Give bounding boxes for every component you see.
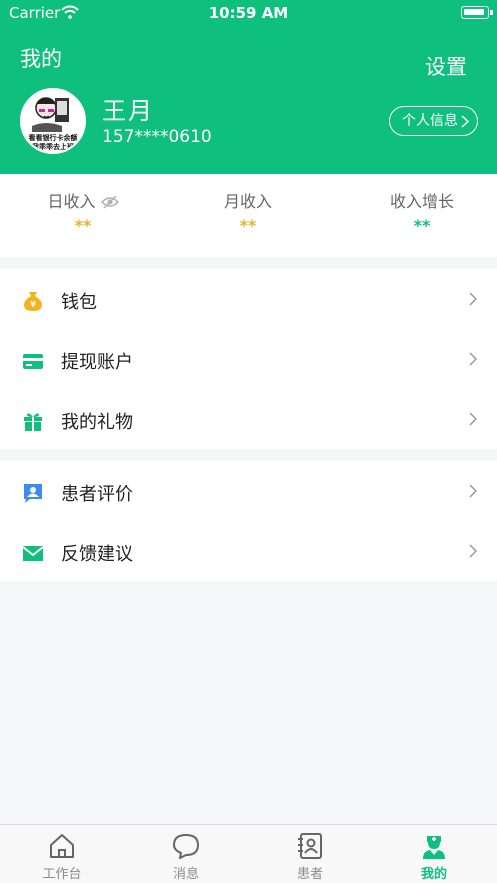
monthly-income-value: **: [239, 216, 257, 235]
menu-label-my-gifts: 我的礼物: [61, 412, 133, 433]
bottom-tab-bar: 工作台 消息 患者 我的: [0, 824, 497, 883]
user-phone: 157****0610: [102, 127, 212, 147]
tab-label-workbench: 工作台: [42, 867, 82, 882]
income-summary: 日收入 ** 月收入 ** 收入增长 **: [0, 174, 497, 257]
avatar[interactable]: 看看银行卡余额 我乖乖去上班: [20, 88, 86, 154]
user-name: 王月: [102, 97, 154, 125]
settings-button[interactable]: 设置: [425, 51, 467, 81]
menu-item-wallet[interactable]: ¥ 钱包: [0, 269, 497, 329]
status-time: 10:59 AM: [208, 4, 289, 22]
tab-workbench[interactable]: 工作台: [0, 825, 124, 883]
chevron-right-icon: [469, 292, 477, 306]
nurse-icon: [423, 836, 445, 859]
tab-patients[interactable]: 患者: [248, 825, 372, 883]
mail-icon: [22, 546, 44, 561]
tab-label-mine: 我的: [420, 867, 447, 882]
gift-icon: [24, 413, 42, 431]
card-icon: [23, 354, 43, 369]
daily-income-label: 日收入: [47, 192, 96, 211]
avatar-caption-2: 我乖乖去上班: [32, 142, 74, 151]
tab-label-patients: 患者: [296, 867, 323, 882]
menu-group-finance: ¥ 钱包 提现账户 我的礼物: [0, 269, 497, 449]
personal-info-button[interactable]: 个人信息: [389, 106, 478, 136]
chevron-right-icon: [461, 115, 469, 128]
menu-label-patient-reviews: 患者评价: [61, 484, 133, 505]
chevron-right-icon: [469, 484, 477, 498]
income-growth-value: **: [413, 216, 431, 235]
avatar-image: 看看银行卡余额 我乖乖去上班: [22, 90, 84, 152]
menu-label-feedback: 反馈建议: [61, 544, 133, 565]
page-title: 我的: [20, 47, 62, 71]
menu-item-patient-reviews[interactable]: 患者评价: [0, 461, 497, 521]
daily-income: 日收入 **: [0, 174, 166, 257]
avatar-caption-1: 看看银行卡余额: [29, 133, 78, 142]
review-icon: [24, 484, 42, 503]
menu-item-feedback[interactable]: 反馈建议: [0, 521, 497, 581]
income-growth-label: 收入增长: [389, 192, 454, 211]
svg-text:¥: ¥: [30, 300, 36, 309]
monthly-income-label: 月收入: [223, 192, 272, 211]
eye-off-icon[interactable]: [100, 195, 119, 209]
status-bar: Carrier 10:59 AM: [0, 0, 497, 26]
chevron-right-icon: [469, 352, 477, 366]
wallet-icon: ¥: [24, 292, 42, 311]
chevron-right-icon: [469, 412, 477, 426]
income-growth: 收入增长 **: [339, 174, 497, 257]
daily-income-value: **: [74, 216, 92, 235]
battery-icon: [461, 6, 493, 19]
patient-icon: [298, 833, 322, 859]
message-icon: [173, 834, 199, 859]
personal-info-label: 个人信息: [402, 113, 458, 129]
tab-mine[interactable]: 我的: [372, 825, 496, 883]
menu-item-withdraw-account[interactable]: 提现账户: [0, 329, 497, 389]
home-icon: [50, 834, 74, 858]
menu-label-wallet: 钱包: [61, 292, 97, 313]
menu-group-feedback: 患者评价 反馈建议: [0, 461, 497, 581]
tab-messages[interactable]: 消息: [124, 825, 248, 883]
monthly-income: 月收入 **: [165, 174, 331, 257]
tab-label-messages: 消息: [172, 867, 199, 882]
menu-item-my-gifts[interactable]: 我的礼物: [0, 389, 497, 449]
profile-header: Carrier 10:59 AM 我的 设置 看看银行卡余额 我乖乖去上班 王月…: [0, 0, 497, 174]
chevron-right-icon: [469, 544, 477, 558]
menu-label-withdraw-account: 提现账户: [61, 352, 133, 373]
